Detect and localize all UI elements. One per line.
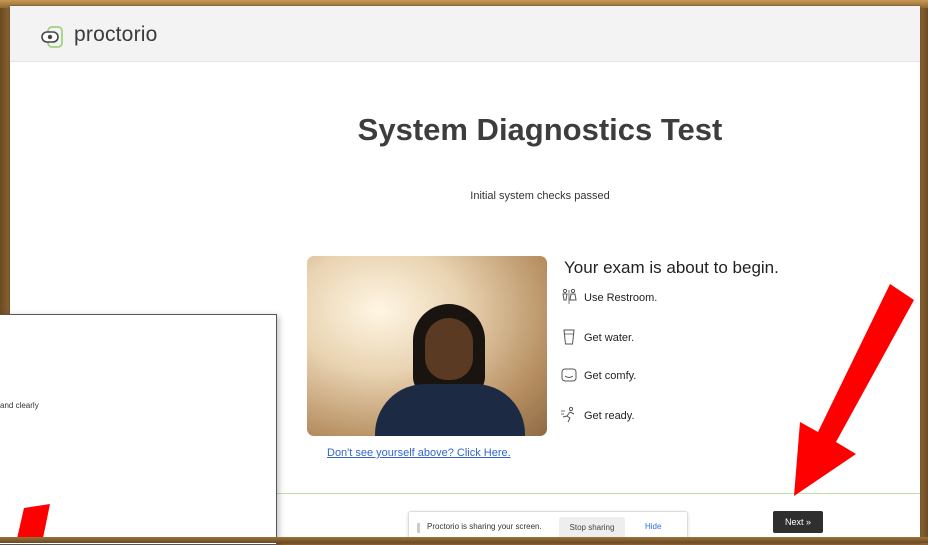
page-title: System Diagnostics Test bbox=[357, 112, 723, 147]
photo-frame-bottom bbox=[0, 537, 928, 543]
red-arrow-annotation bbox=[794, 284, 914, 496]
brand-name: proctorio bbox=[74, 23, 158, 46]
tip-label: Get ready. bbox=[584, 410, 635, 422]
hide-share-bar-link[interactable]: Hide bbox=[645, 522, 661, 531]
exam-begin-heading: Your exam is about to begin. bbox=[564, 258, 779, 277]
next-button[interactable]: Next » bbox=[773, 511, 823, 533]
stop-sharing-button[interactable]: Stop sharing bbox=[559, 517, 625, 539]
tip-label: Get comfy. bbox=[584, 370, 637, 382]
water-cup-icon bbox=[563, 329, 575, 345]
webcam-preview bbox=[307, 256, 547, 436]
webcam-person-face bbox=[425, 318, 473, 380]
status-message: Initial system checks passed bbox=[470, 190, 610, 202]
tip-label: Get water. bbox=[584, 332, 635, 344]
ready-icon bbox=[561, 406, 575, 423]
drag-handle-icon[interactable] bbox=[417, 523, 420, 533]
webcam-help-link[interactable]: Don't see yourself above? Click Here. bbox=[327, 447, 511, 459]
restroom-icon bbox=[562, 288, 577, 304]
overlapping-window-text: and clearly bbox=[0, 401, 39, 410]
webcam-person-body bbox=[375, 384, 525, 436]
tip-label: Use Restroom. bbox=[584, 292, 658, 304]
screen-share-message: Proctorio is sharing your screen. bbox=[427, 522, 542, 531]
app-header: proctorio bbox=[10, 6, 920, 62]
comfy-icon bbox=[561, 368, 577, 382]
proctorio-logo-icon bbox=[40, 24, 66, 50]
